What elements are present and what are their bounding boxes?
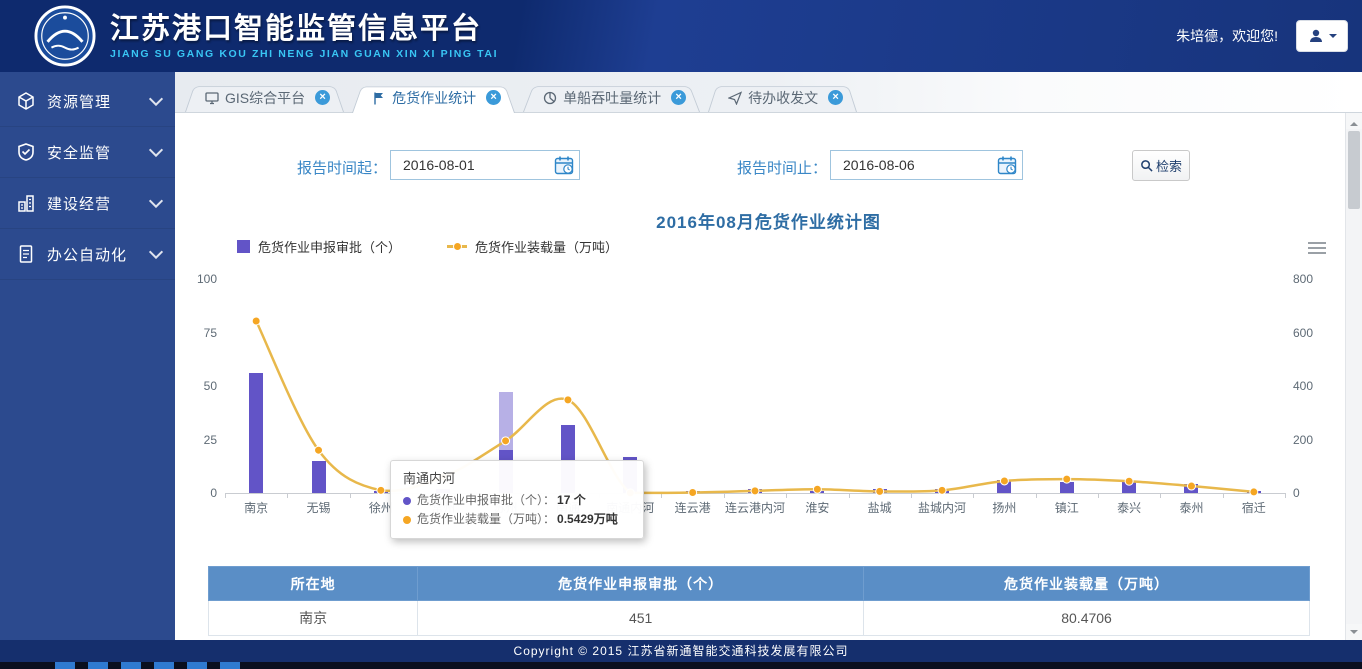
left-axis-labels: 0255075100 (175, 279, 217, 493)
tab-label: 待办收发文 (748, 88, 818, 108)
taskbar-strip (0, 662, 1362, 669)
tab-close-icon[interactable] (486, 90, 501, 105)
end-date-field (830, 150, 1023, 180)
start-date-input[interactable] (391, 151, 579, 179)
flag-icon (372, 91, 386, 105)
sidebar-item-resource[interactable]: 资源管理 (0, 76, 175, 127)
chevron-down-icon (149, 194, 163, 208)
sidebar-item-label: 安全监管 (47, 142, 151, 163)
right-axis-labels: 0200400600800 (1293, 279, 1333, 493)
send-icon (728, 91, 742, 105)
sidebar-item-construction[interactable]: 建设经营 (0, 178, 175, 229)
bar-legend-marker-icon (237, 240, 250, 253)
tab-pending-documents[interactable]: 待办收发文 (708, 83, 857, 112)
calendar-icon[interactable] (553, 154, 575, 176)
chart-menu-icon[interactable] (1308, 242, 1326, 257)
table-header-loadage: 危货作业装载量（万吨） (864, 567, 1310, 601)
tab-close-icon[interactable] (671, 90, 686, 105)
tab-dangerous-goods-stats[interactable]: 危货作业统计 (352, 83, 515, 112)
search-button[interactable]: 检索 (1132, 150, 1190, 181)
sidebar-nav: 资源管理 安全监管 建设经营 办公自动化 (0, 72, 175, 640)
start-date-label: 报告时间起： (237, 157, 387, 178)
scroll-down-icon[interactable] (1346, 624, 1362, 640)
chart-legend: 危货作业申报审批（个） 危货作业装载量（万吨） (237, 238, 1362, 254)
sidebar-item-safety[interactable]: 安全监管 (0, 127, 175, 178)
stats-table: 所在地 危货作业申报审批（个） 危货作业装载量（万吨） 南京 451 80.47… (208, 566, 1310, 636)
chart-plot[interactable] (225, 279, 1285, 494)
tab-ship-throughput-stats[interactable]: 单船吞吐量统计 (523, 83, 700, 112)
tab-close-icon[interactable] (828, 90, 843, 105)
office-automation-icon (16, 244, 36, 264)
legend-label: 危货作业申报审批（个） (258, 237, 401, 256)
tab-label: 危货作业统计 (392, 88, 476, 108)
content-scrollbar[interactable] (1345, 113, 1362, 640)
user-menu-button[interactable] (1296, 20, 1348, 52)
chart-title: 2016年08月危货作业统计图 (175, 208, 1362, 228)
cell-loadage: 80.4706 (864, 601, 1310, 636)
monitor-icon (205, 91, 219, 105)
scroll-up-icon[interactable] (1346, 113, 1362, 129)
sidebar-item-label: 办公自动化 (47, 244, 151, 265)
main-content: GIS综合平台 危货作业统计 单船吞吐量统计 (175, 72, 1362, 640)
chevron-down-icon (149, 245, 163, 259)
cell-location: 南京 (209, 601, 418, 636)
tab-label: 单船吞吐量统计 (563, 88, 661, 108)
legend-item-line[interactable]: 危货作业装载量（万吨） (447, 237, 618, 256)
construction-icon (16, 193, 36, 213)
tab-close-icon[interactable] (315, 90, 330, 105)
calendar-icon[interactable] (996, 154, 1018, 176)
start-date-field (390, 150, 580, 180)
sidebar-item-label: 建设经营 (47, 193, 151, 214)
table-row[interactable]: 南京 451 80.4706 (209, 601, 1310, 636)
sidebar-item-office-automation[interactable]: 办公自动化 (0, 229, 175, 280)
user-icon (1308, 28, 1324, 44)
chevron-down-icon (149, 92, 163, 106)
chevron-down-icon (149, 143, 163, 157)
welcome-text: 朱培德，欢迎您! (1176, 26, 1278, 46)
copyright-footer: Copyright © 2015 江苏省新通智能交通科技发展有限公司 (0, 640, 1362, 662)
scrollbar-thumb[interactable] (1348, 131, 1360, 209)
tab-gis-platform[interactable]: GIS综合平台 (185, 83, 344, 112)
cell-approvals: 451 (418, 601, 864, 636)
tab-bar: GIS综合平台 危货作业统计 单船吞吐量统计 (175, 72, 1362, 113)
pie-icon (543, 91, 557, 105)
end-date-input[interactable] (831, 151, 1022, 179)
legend-item-bar[interactable]: 危货作业申报审批（个） (237, 237, 401, 256)
search-icon (1140, 159, 1153, 172)
table-header-row: 所在地 危货作业申报审批（个） 危货作业装载量（万吨） (209, 567, 1310, 601)
combo-chart: 0255075100 0200400600800 南京无锡徐州常州苏州南通南通内… (175, 268, 1362, 518)
tab-label: GIS综合平台 (225, 88, 305, 108)
search-button-label: 检索 (1156, 156, 1182, 175)
app-subtitle: JIANG SU GANG KOU ZHI NENG JIAN GUAN XIN… (110, 48, 498, 60)
x-axis-labels: 南京无锡徐州常州苏州南通南通内河连云港连云港内河淮安盐城盐城内河扬州镇江泰兴泰州… (225, 499, 1285, 515)
app-header: 江苏港口智能监管信息平台 JIANG SU GANG KOU ZHI NENG … (0, 0, 1362, 72)
application-window: 江苏港口智能监管信息平台 JIANG SU GANG KOU ZHI NENG … (0, 0, 1362, 669)
line-legend-marker-icon (447, 245, 467, 248)
resource-icon (16, 91, 36, 111)
line-marker-icon (403, 516, 411, 524)
table-header-location: 所在地 (209, 567, 418, 601)
shield-icon (16, 142, 36, 162)
chevron-down-icon (1329, 34, 1337, 42)
report-filter-form: 报告时间起： 报告时间止： (175, 150, 1362, 182)
app-title: 江苏港口智能监管信息平台 (110, 12, 498, 46)
end-date-label: 报告时间止： (677, 157, 827, 178)
table-header-approvals: 危货作业申报审批（个） (418, 567, 864, 601)
sidebar-item-label: 资源管理 (47, 91, 151, 112)
legend-label: 危货作业装载量（万吨） (475, 237, 618, 256)
port-logo-icon (34, 5, 96, 67)
